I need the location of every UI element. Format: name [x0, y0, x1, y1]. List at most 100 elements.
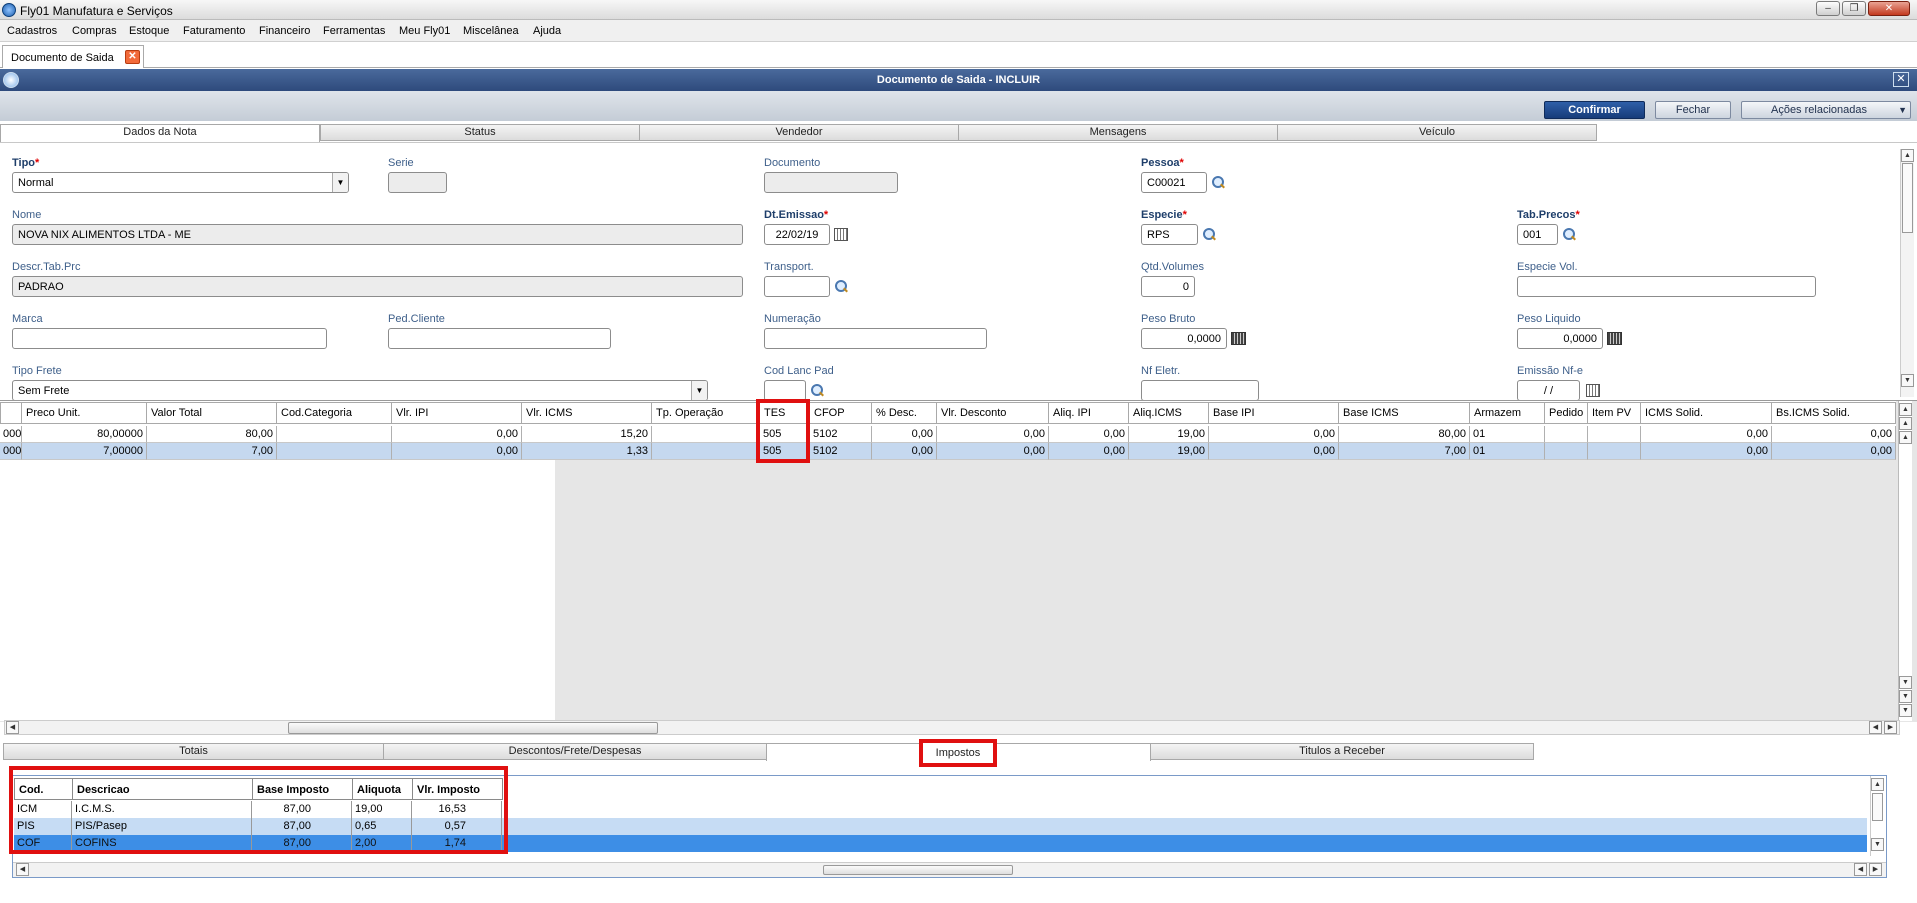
dtemissao-field[interactable]: 22/02/19	[764, 224, 830, 245]
calculator-icon[interactable]	[1607, 332, 1622, 345]
scroll-left-icon[interactable]: ◀	[1869, 721, 1882, 734]
tab-descontos[interactable]: Descontos/Frete/Despesas	[383, 743, 767, 760]
tab-titulos[interactable]: Titulos a Receber	[1150, 743, 1534, 760]
calculator-icon[interactable]	[1231, 332, 1246, 345]
tab-mensagens[interactable]: Mensagens	[958, 124, 1278, 141]
grid-header-icms[interactable]: Vlr. ICMS	[521, 402, 652, 424]
tabprecos-search-icon[interactable]	[1563, 228, 1576, 241]
scroll-thumb[interactable]	[1872, 793, 1883, 821]
grid-header-cfop[interactable]: CFOP	[809, 402, 872, 424]
codlancpad-field[interactable]	[764, 380, 806, 401]
dialog-close-icon[interactable]: ✕	[1893, 72, 1909, 87]
transport-field[interactable]	[764, 276, 830, 297]
nfeletr-field[interactable]	[1141, 380, 1259, 401]
related-actions-button[interactable]: Ações relacionadas ▼	[1741, 101, 1911, 119]
table-row[interactable]: 000 7,00000 7,00 0,00 1,33 505 5102 0,00…	[0, 443, 1896, 460]
scroll-left-icon[interactable]: ◀	[6, 721, 19, 734]
close-tab-icon[interactable]: ✕	[125, 50, 140, 64]
scroll-up-icon[interactable]: ▲	[1901, 149, 1914, 162]
scroll-up-icon[interactable]: ▲	[1899, 417, 1912, 430]
hscroll-thumb[interactable]	[823, 865, 1013, 875]
grid-header-icmssolid[interactable]: ICMS Solid.	[1640, 402, 1772, 424]
grid-header-armazem[interactable]: Armazem	[1469, 402, 1545, 424]
tipo-select[interactable]: Normal ▼	[12, 172, 349, 193]
scroll-left-icon[interactable]: ◀	[16, 863, 29, 876]
pesoliquido-field[interactable]: 0,0000	[1517, 328, 1603, 349]
pessoa-search-icon[interactable]	[1212, 176, 1225, 189]
documento-field[interactable]	[764, 172, 898, 193]
grid-header-ipi[interactable]: Vlr. IPI	[391, 402, 522, 424]
menu-ferramentas[interactable]: Ferramentas	[323, 25, 385, 37]
menu-compras[interactable]: Compras	[72, 25, 117, 37]
scroll-bottom-icon[interactable]: ▼	[1899, 704, 1912, 717]
table-row[interactable]: 000 80,00000 80,00 0,00 15,20 505 5102 0…	[0, 426, 1896, 443]
grid-header-preco[interactable]: Preco Unit.	[21, 402, 147, 424]
transport-search-icon[interactable]	[835, 280, 848, 293]
scroll-down-icon[interactable]: ▼	[1901, 374, 1914, 387]
especie-field[interactable]: RPS	[1141, 224, 1198, 245]
grid-header-lead[interactable]	[0, 402, 22, 424]
scroll-down-icon[interactable]: ▼	[1899, 690, 1912, 703]
confirm-button[interactable]: Confirmar	[1544, 101, 1645, 119]
serie-field[interactable]	[388, 172, 447, 193]
taxes-hscrollbar[interactable]: ◀ ◀ ▶	[13, 862, 1886, 877]
scroll-thumb[interactable]	[1902, 163, 1913, 233]
tab-status[interactable]: Status	[320, 124, 640, 141]
grid-header-desc[interactable]: % Desc.	[871, 402, 937, 424]
menu-faturamento[interactable]: Faturamento	[183, 25, 245, 37]
descrtab-field[interactable]: PADRAO	[12, 276, 743, 297]
calendar-icon[interactable]	[834, 228, 848, 241]
tipofrete-select[interactable]: Sem Frete ▼	[12, 380, 708, 401]
tab-vendedor[interactable]: Vendedor	[639, 124, 959, 141]
grid-header-baseicms[interactable]: Base ICMS	[1338, 402, 1470, 424]
grid-header-categoria[interactable]: Cod.Categoria	[276, 402, 392, 424]
document-tab[interactable]: Documento de Saida ✕	[2, 45, 144, 68]
close-window-icon[interactable]: ✕	[1868, 1, 1910, 16]
close-button[interactable]: Fechar	[1655, 101, 1731, 119]
grid-header-vdesc[interactable]: Vlr. Desconto	[936, 402, 1049, 424]
especievol-field[interactable]	[1517, 276, 1816, 297]
grid-header-itempv[interactable]: Item PV	[1587, 402, 1641, 424]
grid-scrollbar[interactable]: ▲ ▲ ▲ ▼ ▼ ▼	[1898, 401, 1912, 721]
menu-financeiro[interactable]: Financeiro	[259, 25, 310, 37]
form-scrollbar[interactable]: ▲ ▼	[1900, 149, 1914, 397]
menu-meu-fly01[interactable]: Meu Fly01	[399, 25, 450, 37]
grid-header-total[interactable]: Valor Total	[146, 402, 277, 424]
pesobruto-field[interactable]: 0,0000	[1141, 328, 1227, 349]
grid-header-baseipi[interactable]: Base IPI	[1208, 402, 1339, 424]
scroll-left-icon[interactable]: ◀	[1854, 863, 1867, 876]
scroll-down-icon[interactable]: ▼	[1899, 676, 1912, 689]
scroll-up-icon[interactable]: ▲	[1899, 431, 1912, 444]
pedcliente-field[interactable]	[388, 328, 611, 349]
scroll-right-icon[interactable]: ▶	[1869, 863, 1882, 876]
scroll-up-icon[interactable]: ▲	[1871, 778, 1884, 791]
minimize-icon[interactable]: –	[1816, 1, 1840, 16]
tab-veiculo[interactable]: Veículo	[1277, 124, 1597, 141]
grid-header-bsicmssolid[interactable]: Bs.ICMS Solid.	[1771, 402, 1896, 424]
menu-miscelanea[interactable]: Miscelânea	[463, 25, 519, 37]
tab-dados-da-nota[interactable]: Dados da Nota	[0, 124, 320, 142]
maximize-icon[interactable]: ❐	[1842, 1, 1866, 16]
qtdvolumes-field[interactable]: 0	[1141, 276, 1195, 297]
menu-estoque[interactable]: Estoque	[129, 25, 169, 37]
marca-field[interactable]	[12, 328, 327, 349]
pessoa-field[interactable]: C00021	[1141, 172, 1207, 193]
grid-header-pedido[interactable]: Pedido	[1544, 402, 1588, 424]
tab-impostos[interactable]: Impostos	[766, 739, 1151, 767]
nome-field[interactable]: NOVA NIX ALIMENTOS LTDA - ME	[12, 224, 743, 245]
scroll-right-icon[interactable]: ▶	[1884, 721, 1897, 734]
scroll-down-icon[interactable]: ▼	[1871, 838, 1884, 851]
tab-totais[interactable]: Totais	[3, 743, 384, 760]
menu-ajuda[interactable]: Ajuda	[533, 25, 561, 37]
grid-header-aliqicms[interactable]: Aliq.ICMS	[1128, 402, 1209, 424]
scroll-top-icon[interactable]: ▲	[1899, 403, 1912, 416]
tabprecos-field[interactable]: 001	[1517, 224, 1558, 245]
calendar-icon[interactable]	[1586, 384, 1600, 397]
codlancpad-search-icon[interactable]	[811, 384, 824, 397]
grid-header-aliqipi[interactable]: Aliq. IPI	[1048, 402, 1129, 424]
numeracao-field[interactable]	[764, 328, 987, 349]
grid-header-tpop[interactable]: Tp. Operação	[651, 402, 760, 424]
emissaonfe-field[interactable]: / /	[1517, 380, 1580, 401]
grid-hscrollbar[interactable]: ◀ ◀ ▶	[4, 720, 1900, 735]
especie-search-icon[interactable]	[1203, 228, 1216, 241]
